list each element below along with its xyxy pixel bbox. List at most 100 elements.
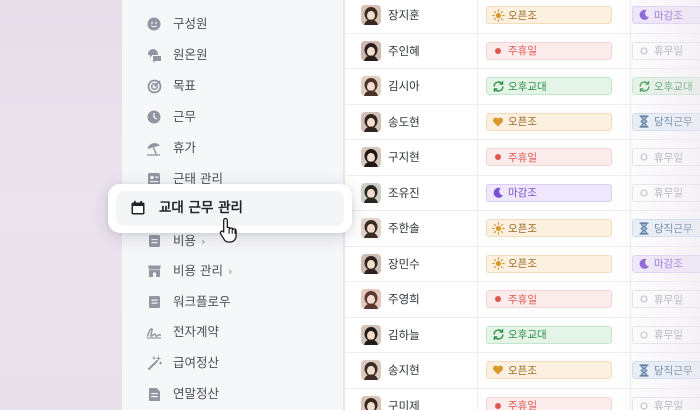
shift-cell[interactable]: 휴무일 <box>632 282 700 317</box>
moon-icon <box>491 186 505 200</box>
circle-outline-icon <box>637 399 651 410</box>
shift-cell[interactable]: 주휴일 <box>479 282 631 317</box>
shift-label: 오픈조 <box>508 116 537 128</box>
sidebar-item-13[interactable]: 연말정산 <box>122 379 344 409</box>
table-row: 장민수 오픈조 마감조 <box>345 246 700 282</box>
sun-icon <box>491 221 505 235</box>
employee-name: 주한솔 <box>388 221 420 235</box>
employee-cell[interactable]: 장민수 <box>345 246 478 282</box>
shift-cell[interactable]: 당직근무 <box>632 353 700 388</box>
employee-name: 장지훈 <box>388 8 420 22</box>
shift-label: 마감조 <box>654 258 683 270</box>
shift-cell[interactable]: 휴무일 <box>632 34 700 69</box>
shift-label: 마감조 <box>508 187 537 199</box>
circle-outline-icon <box>637 186 651 200</box>
shift-label: 당직근무 <box>654 222 693 235</box>
shift-label: 휴무일 <box>654 400 683 410</box>
shift-cell[interactable]: 휴무일 <box>632 318 700 353</box>
employee-cell[interactable]: 송도현 <box>345 104 478 140</box>
shift-cell[interactable]: 주휴일 <box>479 388 631 410</box>
shift-badge-off: 주휴일 <box>486 290 612 308</box>
shift-badge-swap: 오후교대 <box>486 325 612 344</box>
employee-cell[interactable]: 조유진 <box>345 175 478 211</box>
dot-icon <box>491 150 505 164</box>
moon-icon <box>637 8 651 22</box>
sidebar-item-2[interactable]: 원온원 <box>122 40 344 70</box>
employee-cell[interactable]: 주한솔 <box>345 211 478 246</box>
table-row: 조유진 마감조 휴무일 <box>345 175 700 211</box>
shift-badge-day: 오픈조 <box>486 361 612 379</box>
shift-badge-off: 주휴일 <box>486 396 612 410</box>
shift-cell[interactable]: 오후교대 <box>479 317 631 353</box>
shift-cell[interactable]: 주휴일 <box>479 140 631 175</box>
employee-name: 송도현 <box>388 114 420 129</box>
sidebar-item-5[interactable]: 휴가 <box>122 133 344 163</box>
sun-icon <box>491 257 505 271</box>
store-icon <box>146 263 162 279</box>
shift-badge-night: 마감조 <box>486 183 612 202</box>
shift-label: 주휴일 <box>508 293 537 306</box>
shift-cell[interactable]: 마감조 <box>632 247 700 282</box>
sidebar-item-12[interactable]: 급여정산 <box>122 348 344 378</box>
avatar <box>361 360 381 380</box>
sidebar-item-label: 연말정산 <box>173 386 220 401</box>
shift-cell[interactable]: 주휴일 <box>479 33 631 69</box>
shift-cell[interactable]: 휴무일 <box>632 389 700 410</box>
table-row: 주영희 주휴일 휴무일 <box>345 282 700 318</box>
employee-cell[interactable]: 장지훈 <box>345 0 478 33</box>
shift-cell[interactable]: 휴무일 <box>632 140 700 175</box>
shift-cell[interactable]: 오후교대 <box>479 69 631 104</box>
shift-label: 오픈조 <box>508 222 537 235</box>
shift-label: 오픈조 <box>508 9 537 22</box>
shift-label: 주휴일 <box>508 400 537 410</box>
chevron-right-icon: › <box>227 265 233 278</box>
shift-badge-duty: 당직근무 <box>632 112 700 131</box>
shift-cell[interactable]: 당직근무 <box>632 211 700 246</box>
shift-cell[interactable]: 오픈조 <box>479 353 631 388</box>
shift-cell[interactable]: 오픈조 <box>479 246 631 282</box>
tax-document-icon <box>146 386 162 402</box>
table-row: 송도현 오픈조 당직근무 <box>345 104 700 140</box>
shift-cell[interactable]: 마감조 <box>479 175 631 211</box>
shift-cell[interactable]: 마감조 <box>632 0 700 33</box>
avatar <box>361 218 381 238</box>
employee-cell[interactable]: 송지현 <box>345 353 478 388</box>
shift-cell[interactable]: 오픈조 <box>479 211 631 246</box>
shift-cell[interactable]: 휴무일 <box>632 176 700 211</box>
shift-label: 휴무일 <box>654 329 683 341</box>
employee-cell[interactable]: 주영희 <box>345 282 478 317</box>
sidebar-item-10[interactable]: 워크플로우 <box>122 287 344 317</box>
shift-cell[interactable]: 오후교대 <box>632 69 700 104</box>
hourglass-icon <box>637 363 651 377</box>
magic-wand-icon <box>146 355 162 371</box>
hand-pointer-icon <box>219 217 239 243</box>
sidebar-item-1[interactable]: 구성원 <box>122 9 344 39</box>
employee-name: 김하늘 <box>388 327 420 342</box>
person-icon <box>146 16 162 32</box>
dot-icon <box>491 292 505 306</box>
employee-cell[interactable]: 구미제 <box>345 388 478 410</box>
shift-cell[interactable]: 오픈조 <box>479 104 631 140</box>
sidebar-item-label: 워크플로우 <box>173 294 231 309</box>
employee-cell[interactable]: 주인혜 <box>345 33 478 69</box>
employee-cell[interactable]: 김하늘 <box>345 317 478 353</box>
sidebar-item-4[interactable]: 근무 <box>122 102 344 132</box>
employee-name: 조유진 <box>388 185 420 200</box>
document-icon <box>146 294 162 310</box>
target-icon <box>146 78 162 94</box>
sidebar-item-9[interactable]: 비용 관리 › <box>122 256 344 286</box>
dot-icon <box>491 399 505 410</box>
table-row: 장지훈 오픈조 마감조 <box>345 0 700 34</box>
shift-label: 휴무일 <box>654 187 683 199</box>
sidebar-item-3[interactable]: 목표 <box>122 71 344 101</box>
avatar <box>361 111 381 132</box>
table-row: 구미제 주휴일 휴무일 <box>345 388 700 410</box>
shift-cell[interactable]: 당직근무 <box>632 105 700 140</box>
shift-badge-off: 주휴일 <box>486 148 612 166</box>
employee-cell[interactable]: 김시아 <box>345 69 478 104</box>
beach-umbrella-icon <box>146 140 162 156</box>
employee-cell[interactable]: 구지현 <box>345 140 478 175</box>
table-row: 구지현 주휴일 휴무일 <box>345 140 700 176</box>
shift-cell[interactable]: 오픈조 <box>479 0 631 33</box>
sidebar-item-11[interactable]: 전자계약 <box>122 317 344 347</box>
